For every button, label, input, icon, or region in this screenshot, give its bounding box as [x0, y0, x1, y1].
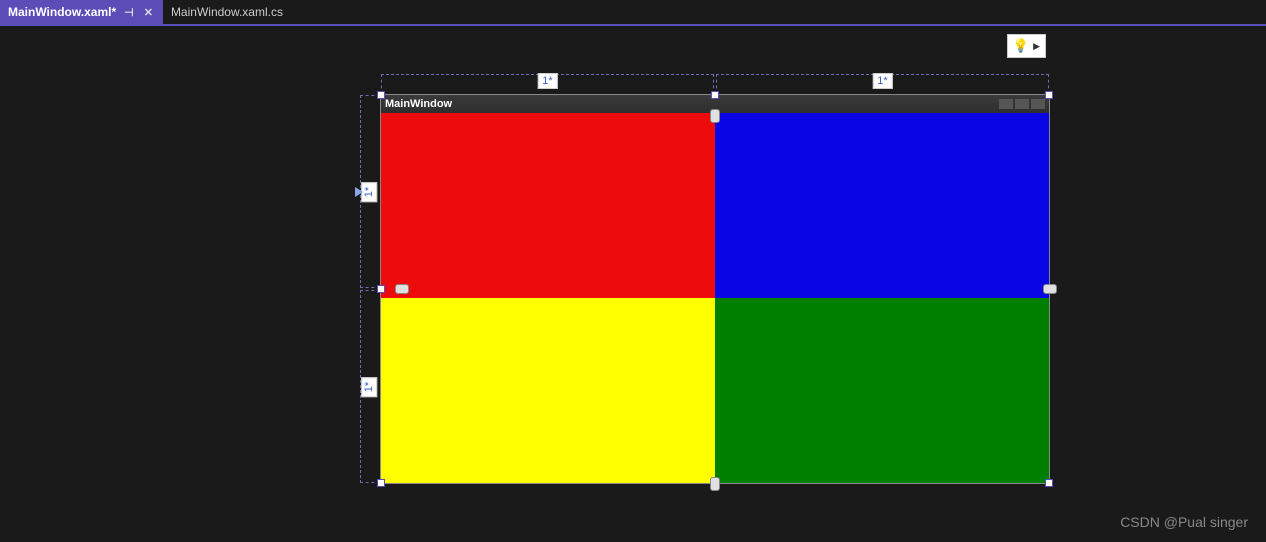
close-icon[interactable]: ✕: [142, 6, 155, 19]
watermark: CSDN @Pual singer: [1120, 514, 1248, 530]
row-ruler-cell[interactable]: 1*: [360, 290, 380, 483]
grid-splitter-adorner[interactable]: [395, 284, 409, 294]
row-size-label[interactable]: 1*: [361, 376, 377, 396]
tab-label: MainWindow.xaml*: [8, 5, 116, 19]
row-size-label[interactable]: 1*: [361, 181, 377, 201]
quick-actions-button[interactable]: 💡 ▶: [1007, 34, 1046, 58]
window-title: MainWindow: [385, 98, 452, 110]
minimize-icon: [999, 99, 1013, 109]
tab-label: MainWindow.xaml.cs: [171, 5, 283, 19]
play-icon: ▶: [1033, 41, 1040, 52]
window-controls: [999, 99, 1045, 109]
grid-splitter-adorner[interactable]: [1043, 284, 1057, 294]
pin-icon[interactable]: ⊣: [122, 6, 136, 19]
resize-handle[interactable]: [377, 479, 385, 487]
tab-mainwindow-xaml-cs[interactable]: MainWindow.xaml.cs: [163, 0, 291, 24]
lightbulb-icon: 💡: [1013, 38, 1029, 54]
column-size-label[interactable]: 1*: [537, 73, 557, 89]
grid-cell-blue[interactable]: [715, 113, 1049, 298]
resize-handle[interactable]: [377, 91, 385, 99]
tab-bar: MainWindow.xaml* ⊣ ✕ MainWindow.xaml.cs: [0, 0, 1266, 26]
wpf-window[interactable]: MainWindow: [380, 94, 1050, 484]
resize-handle[interactable]: [1045, 479, 1053, 487]
grid-cell-yellow[interactable]: [381, 298, 715, 483]
maximize-icon: [1015, 99, 1029, 109]
column-size-label[interactable]: 1*: [872, 73, 892, 89]
row-marker-icon: [355, 187, 363, 197]
column-ruler-cell[interactable]: 1*: [381, 74, 714, 94]
close-window-icon: [1031, 99, 1045, 109]
column-ruler-cell[interactable]: 1*: [716, 74, 1049, 94]
designer-surface[interactable]: 💡 ▶ 1* 1* 1* 1* MainWindow: [0, 26, 1266, 540]
row-ruler-cell[interactable]: 1*: [360, 95, 380, 288]
grid-splitter-adorner[interactable]: [710, 109, 720, 123]
resize-handle[interactable]: [377, 285, 385, 293]
tab-mainwindow-xaml[interactable]: MainWindow.xaml* ⊣ ✕: [0, 0, 163, 24]
design-canvas[interactable]: 1* 1* 1* 1* MainWindow: [360, 74, 1050, 484]
resize-handle[interactable]: [711, 91, 719, 99]
grid-layout[interactable]: [381, 113, 1049, 483]
grid-cell-red[interactable]: [381, 113, 715, 298]
resize-handle[interactable]: [1045, 91, 1053, 99]
grid-splitter-adorner[interactable]: [710, 477, 720, 491]
grid-cell-green[interactable]: [715, 298, 1049, 483]
